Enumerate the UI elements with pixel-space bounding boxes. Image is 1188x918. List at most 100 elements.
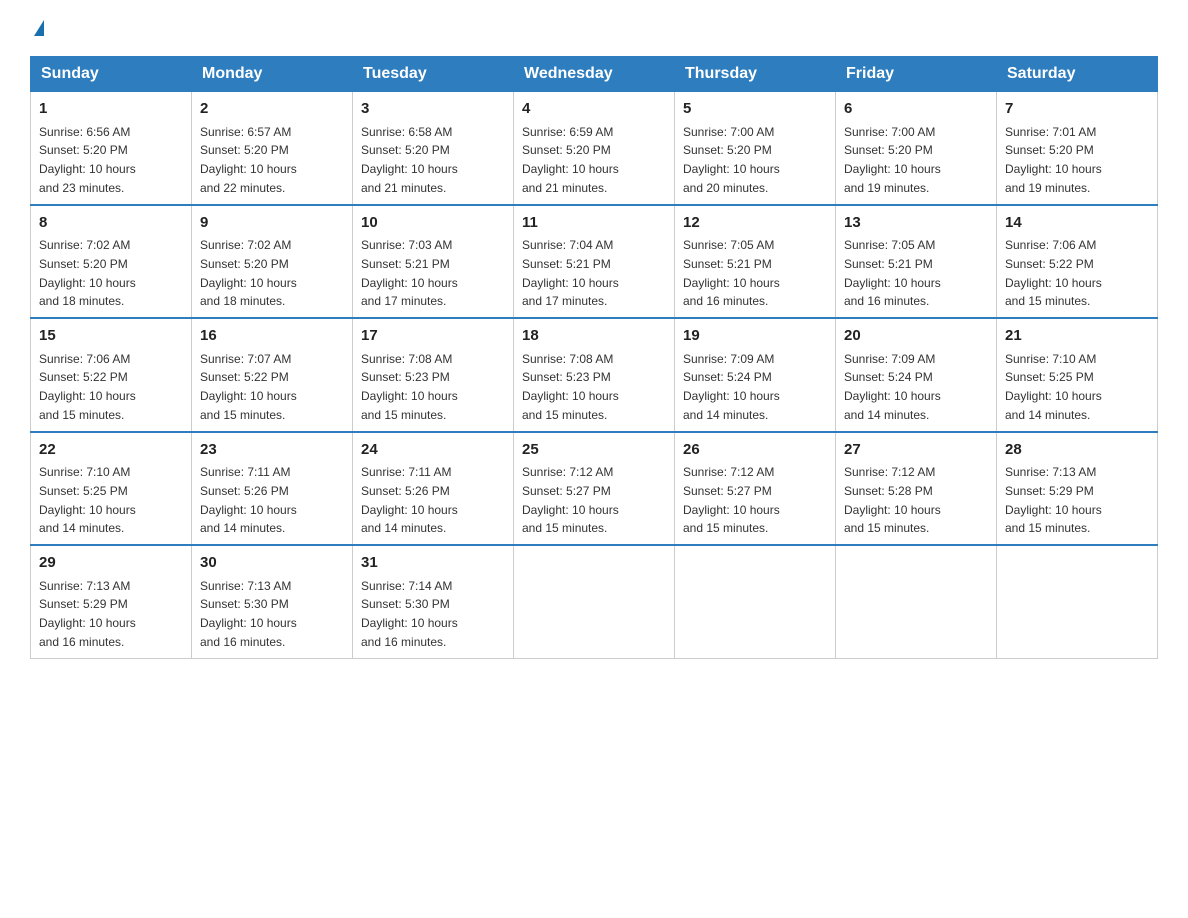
calendar-cell: 5 Sunrise: 7:00 AMSunset: 5:20 PMDaylight… [675, 92, 836, 205]
day-info: Sunrise: 7:02 AMSunset: 5:20 PMDaylight:… [39, 238, 136, 308]
day-info: Sunrise: 7:10 AMSunset: 5:25 PMDaylight:… [1005, 352, 1102, 422]
day-info: Sunrise: 7:00 AMSunset: 5:20 PMDaylight:… [683, 125, 780, 195]
day-info: Sunrise: 6:56 AMSunset: 5:20 PMDaylight:… [39, 125, 136, 195]
day-header-monday: Monday [192, 57, 353, 92]
day-number: 18 [522, 325, 666, 348]
calendar-cell: 25 Sunrise: 7:12 AMSunset: 5:27 PMDayligh… [514, 432, 675, 546]
day-number: 4 [522, 98, 666, 121]
day-info: Sunrise: 6:57 AMSunset: 5:20 PMDaylight:… [200, 125, 297, 195]
day-number: 5 [683, 98, 827, 121]
logo-triangle-icon [34, 20, 44, 36]
day-info: Sunrise: 7:07 AMSunset: 5:22 PMDaylight:… [200, 352, 297, 422]
day-header-sunday: Sunday [31, 57, 192, 92]
day-number: 23 [200, 439, 344, 462]
day-number: 10 [361, 212, 505, 235]
calendar-cell: 22 Sunrise: 7:10 AMSunset: 5:25 PMDayligh… [31, 432, 192, 546]
day-info: Sunrise: 7:12 AMSunset: 5:27 PMDaylight:… [522, 465, 619, 535]
calendar-cell: 30Sunrise: 7:13 AMSunset: 5:30 PMDayligh… [192, 545, 353, 658]
calendar-cell: 4 Sunrise: 6:59 AMSunset: 5:20 PMDaylight… [514, 92, 675, 205]
day-info: Sunrise: 7:06 AMSunset: 5:22 PMDaylight:… [39, 352, 136, 422]
day-number: 25 [522, 439, 666, 462]
day-info: Sunrise: 7:05 AMSunset: 5:21 PMDaylight:… [683, 238, 780, 308]
day-info: Sunrise: 7:10 AMSunset: 5:25 PMDaylight:… [39, 465, 136, 535]
day-number: 3 [361, 98, 505, 121]
week-row-3: 15 Sunrise: 7:06 AMSunset: 5:22 PMDayligh… [31, 318, 1158, 432]
calendar-cell: 6 Sunrise: 7:00 AMSunset: 5:20 PMDaylight… [836, 92, 997, 205]
calendar-cell: 7Sunrise: 7:01 AMSunset: 5:20 PMDaylight… [997, 92, 1158, 205]
day-number: 8 [39, 212, 183, 235]
day-info: Sunrise: 7:02 AMSunset: 5:20 PMDaylight:… [200, 238, 297, 308]
calendar-cell: 12 Sunrise: 7:05 AMSunset: 5:21 PMDayligh… [675, 205, 836, 319]
day-info: Sunrise: 7:01 AMSunset: 5:20 PMDaylight:… [1005, 125, 1102, 195]
day-number: 16 [200, 325, 344, 348]
calendar-cell: 2 Sunrise: 6:57 AMSunset: 5:20 PMDaylight… [192, 92, 353, 205]
day-number: 9 [200, 212, 344, 235]
week-row-1: 1Sunrise: 6:56 AMSunset: 5:20 PMDaylight… [31, 92, 1158, 205]
calendar-cell: 1Sunrise: 6:56 AMSunset: 5:20 PMDaylight… [31, 92, 192, 205]
day-info: Sunrise: 6:59 AMSunset: 5:20 PMDaylight:… [522, 125, 619, 195]
days-of-week-row: SundayMondayTuesdayWednesdayThursdayFrid… [31, 57, 1158, 92]
day-info: Sunrise: 7:14 AMSunset: 5:30 PMDaylight:… [361, 579, 458, 649]
day-number: 17 [361, 325, 505, 348]
day-info: Sunrise: 7:13 AMSunset: 5:30 PMDaylight:… [200, 579, 297, 649]
day-info: Sunrise: 7:09 AMSunset: 5:24 PMDaylight:… [844, 352, 941, 422]
calendar-cell [997, 545, 1158, 658]
calendar-cell: 31 Sunrise: 7:14 AMSunset: 5:30 PMDayligh… [353, 545, 514, 658]
calendar-cell: 28Sunrise: 7:13 AMSunset: 5:29 PMDayligh… [997, 432, 1158, 546]
day-number: 20 [844, 325, 988, 348]
day-number: 14 [1005, 212, 1149, 235]
calendar-cell: 21 Sunrise: 7:10 AMSunset: 5:25 PMDayligh… [997, 318, 1158, 432]
calendar-cell: 26 Sunrise: 7:12 AMSunset: 5:27 PMDayligh… [675, 432, 836, 546]
calendar-cell: 19Sunrise: 7:09 AMSunset: 5:24 PMDayligh… [675, 318, 836, 432]
week-row-2: 8 Sunrise: 7:02 AMSunset: 5:20 PMDaylight… [31, 205, 1158, 319]
day-header-saturday: Saturday [997, 57, 1158, 92]
day-number: 19 [683, 325, 827, 348]
day-header-tuesday: Tuesday [353, 57, 514, 92]
day-header-friday: Friday [836, 57, 997, 92]
day-info: Sunrise: 7:00 AMSunset: 5:20 PMDaylight:… [844, 125, 941, 195]
calendar-cell: 9 Sunrise: 7:02 AMSunset: 5:20 PMDaylight… [192, 205, 353, 319]
logo [30, 20, 44, 38]
day-number: 21 [1005, 325, 1149, 348]
day-number: 31 [361, 552, 505, 575]
day-info: Sunrise: 7:06 AMSunset: 5:22 PMDaylight:… [1005, 238, 1102, 308]
calendar-cell: 18 Sunrise: 7:08 AMSunset: 5:23 PMDayligh… [514, 318, 675, 432]
day-info: Sunrise: 7:08 AMSunset: 5:23 PMDaylight:… [522, 352, 619, 422]
day-number: 29 [39, 552, 183, 575]
day-number: 15 [39, 325, 183, 348]
day-number: 2 [200, 98, 344, 121]
day-info: Sunrise: 7:13 AMSunset: 5:29 PMDaylight:… [39, 579, 136, 649]
day-number: 12 [683, 212, 827, 235]
calendar-cell: 16 Sunrise: 7:07 AMSunset: 5:22 PMDayligh… [192, 318, 353, 432]
day-number: 22 [39, 439, 183, 462]
calendar-cell [675, 545, 836, 658]
calendar-cell: 3 Sunrise: 6:58 AMSunset: 5:20 PMDaylight… [353, 92, 514, 205]
calendar-cell: 24 Sunrise: 7:11 AMSunset: 5:26 PMDayligh… [353, 432, 514, 546]
day-info: Sunrise: 7:12 AMSunset: 5:27 PMDaylight:… [683, 465, 780, 535]
calendar-cell: 20 Sunrise: 7:09 AMSunset: 5:24 PMDayligh… [836, 318, 997, 432]
page-header [30, 20, 1158, 38]
calendar-cell: 29 Sunrise: 7:13 AMSunset: 5:29 PMDayligh… [31, 545, 192, 658]
day-number: 28 [1005, 439, 1149, 462]
day-info: Sunrise: 7:08 AMSunset: 5:23 PMDaylight:… [361, 352, 458, 422]
calendar-table: SundayMondayTuesdayWednesdayThursdayFrid… [30, 56, 1158, 659]
day-info: Sunrise: 6:58 AMSunset: 5:20 PMDaylight:… [361, 125, 458, 195]
day-number: 13 [844, 212, 988, 235]
calendar-cell [514, 545, 675, 658]
day-number: 24 [361, 439, 505, 462]
calendar-cell: 23Sunrise: 7:11 AMSunset: 5:26 PMDayligh… [192, 432, 353, 546]
calendar-cell: 27 Sunrise: 7:12 AMSunset: 5:28 PMDayligh… [836, 432, 997, 546]
day-info: Sunrise: 7:03 AMSunset: 5:21 PMDaylight:… [361, 238, 458, 308]
calendar-cell [836, 545, 997, 658]
day-header-thursday: Thursday [675, 57, 836, 92]
day-header-wednesday: Wednesday [514, 57, 675, 92]
calendar-cell: 8 Sunrise: 7:02 AMSunset: 5:20 PMDaylight… [31, 205, 192, 319]
calendar-cell: 13Sunrise: 7:05 AMSunset: 5:21 PMDayligh… [836, 205, 997, 319]
calendar-cell: 17 Sunrise: 7:08 AMSunset: 5:23 PMDayligh… [353, 318, 514, 432]
day-info: Sunrise: 7:11 AMSunset: 5:26 PMDaylight:… [361, 465, 458, 535]
day-number: 26 [683, 439, 827, 462]
day-info: Sunrise: 7:04 AMSunset: 5:21 PMDaylight:… [522, 238, 619, 308]
day-number: 6 [844, 98, 988, 121]
day-info: Sunrise: 7:12 AMSunset: 5:28 PMDaylight:… [844, 465, 941, 535]
day-number: 27 [844, 439, 988, 462]
